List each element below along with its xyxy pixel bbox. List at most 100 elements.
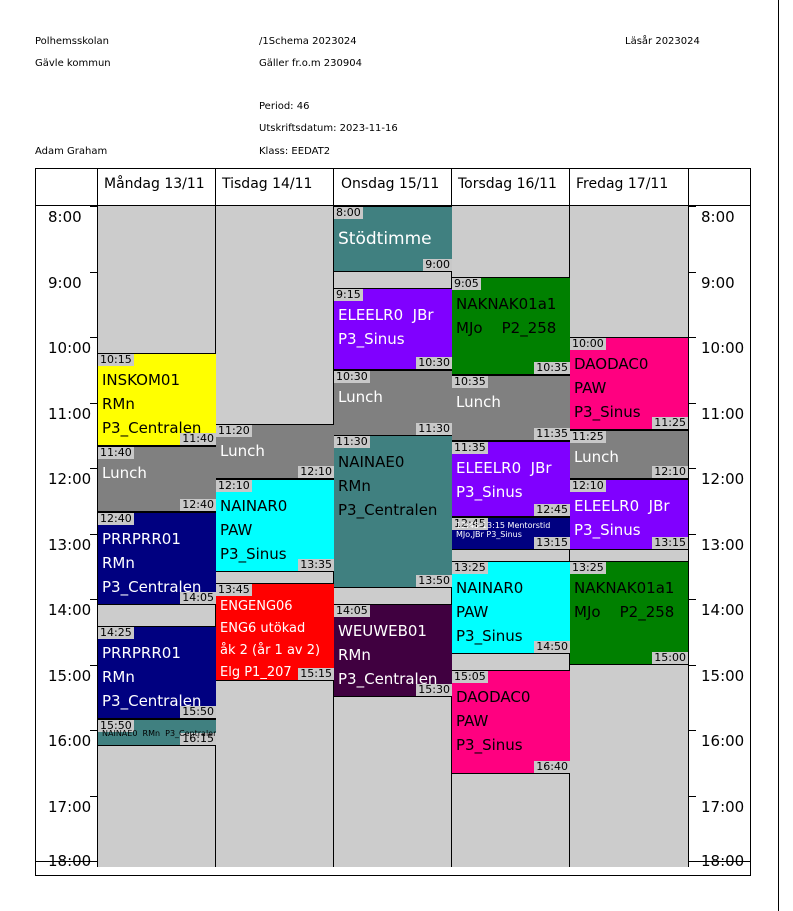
hour-tick: [689, 468, 696, 469]
time-label-right: 8:00: [701, 208, 735, 226]
time-label-right: 9:00: [701, 274, 735, 292]
lesson-block[interactable]: 15:05 16:40 DAODAC0 PAW P3_Sinus: [452, 670, 570, 774]
lesson-text: ENGENG06: [220, 599, 293, 614]
lesson-block[interactable]: 13:25 15:00 NAKNAK01a1 MJo P2_258: [570, 561, 688, 665]
end-time: 12:10: [652, 465, 688, 478]
lesson-text: ELEELR0 JBr: [338, 306, 434, 324]
start-time: 11:25: [570, 430, 606, 443]
lesson-block[interactable]: 11:30 13:50 NAINAE0 RMn P3_Centralen: [334, 435, 452, 588]
time-label-right: 11:00: [701, 405, 745, 423]
time-label-left: 12:00: [48, 470, 92, 488]
time-label-right: 10:00: [701, 339, 745, 357]
hour-tick: [689, 796, 696, 797]
lesson-block[interactable]: 13:25 14:50 NAINAR0 PAW P3_Sinus: [452, 561, 570, 654]
end-time: 15:00: [652, 651, 688, 664]
lesson-block[interactable]: 12:45 13:15 12:45-13:15 Mentorstid MJo,JBr …: [452, 517, 570, 550]
time-label-left: 8:00: [48, 208, 82, 226]
lesson-text: PRRPRR01: [102, 644, 181, 662]
lesson-text: DAODAC0: [456, 688, 531, 706]
lesson-block[interactable]: 9:05 10:35 NAKNAK01a1 MJo P2_258: [452, 277, 570, 375]
lesson-block[interactable]: 14:25 15:50 PRRPRR01 RMn P3_Centralen: [98, 626, 216, 719]
lesson-block[interactable]: 14:05 15:30 WEUWEB01 RMn P3_Centralen: [334, 604, 452, 697]
page-edge: [778, 0, 779, 911]
hour-tick: [90, 534, 97, 535]
end-time: 12:45: [534, 503, 570, 516]
end-time: 11:35: [534, 427, 570, 440]
lesson-text: WEUWEB01: [338, 622, 427, 640]
lesson-block[interactable]: 10:35 11:35 Lunch: [452, 375, 570, 441]
lesson-text: NAINAR0: [456, 579, 524, 597]
start-time: 14:05: [334, 604, 370, 617]
lesson-block[interactable]: 11:25 12:10 Lunch: [570, 430, 688, 479]
lesson-block[interactable]: 15:50 16:15 NAINAE0 RMn P3_Centralen: [98, 719, 216, 746]
class-name: Klass: EEDAT2: [259, 146, 331, 157]
end-time: 11:25: [652, 416, 688, 429]
municipality: Gävle kommun: [35, 58, 111, 69]
hour-tick: [90, 730, 97, 731]
time-label-left: 10:00: [48, 339, 92, 357]
hour-tick: [689, 534, 696, 535]
lesson-block[interactable]: 12:40 14:05 PRRPRR01 RMn P3_Centralen: [98, 512, 216, 605]
school-name: Polhemsskolan: [35, 36, 110, 47]
hour-tick: [90, 665, 97, 666]
end-time: 13:15: [652, 536, 688, 549]
lesson-text: PAW: [574, 379, 607, 397]
start-time: 12:10: [570, 479, 606, 492]
start-time: 10:15: [98, 353, 134, 366]
lesson-text: PAW: [456, 603, 489, 621]
lesson-text: DAODAC0: [574, 355, 649, 373]
lesson-block[interactable]: 11:20 12:10 Lunch: [216, 424, 334, 479]
lesson-text: P3_Sinus: [456, 736, 523, 754]
lesson-text: åk 2 (år 1 av 2): [220, 643, 321, 658]
lesson-text: NAKNAK01a1: [574, 579, 675, 597]
lesson-block[interactable]: 12:10 13:35 NAINAR0 PAW P3_Sinus: [216, 479, 334, 572]
lesson-block[interactable]: 10:00 11:25 DAODAC0 PAW P3_Sinus: [570, 337, 688, 430]
lesson-text: P3_Sinus: [456, 483, 523, 501]
lesson-block[interactable]: 11:35 12:45 ELEELR0 JBr P3_Sinus: [452, 441, 570, 517]
lesson-text: PAW: [456, 712, 489, 730]
start-time: 10:35: [452, 375, 488, 388]
start-time: 11:40: [98, 446, 134, 459]
lesson-block[interactable]: 9:15 10:30 ELEELR0 JBr P3_Sinus: [334, 288, 452, 370]
day-header-monday: Måndag 13/11: [104, 176, 205, 192]
start-time: 15:05: [452, 670, 488, 683]
lesson-text: RMn: [338, 646, 371, 664]
hour-tick: [689, 206, 696, 207]
start-time: 11:35: [452, 441, 488, 454]
time-label-left: 9:00: [48, 274, 82, 292]
student-name: Adam Graham: [35, 146, 108, 157]
end-time: 13:35: [298, 558, 334, 571]
hour-tick: [90, 337, 97, 338]
day-header-tuesday: Tisdag 14/11: [222, 176, 313, 192]
time-label-left: 15:00: [48, 667, 92, 685]
start-time: 10:00: [570, 337, 606, 350]
lesson-text: ELEELR0 JBr: [456, 459, 552, 477]
time-label-left: 11:00: [48, 405, 92, 423]
lesson-block[interactable]: 12:10 13:15 ELEELR0 JBr P3_Sinus: [570, 479, 688, 550]
start-time: 13:45: [216, 583, 252, 596]
lesson-text: MJo P2_258: [574, 603, 675, 621]
hour-tick: [689, 272, 696, 273]
end-time: 12:10: [298, 465, 334, 478]
hour-tick: [689, 665, 696, 666]
lesson-block[interactable]: 10:30 11:30 Lunch: [334, 370, 452, 436]
start-time: 11:30: [334, 435, 370, 448]
end-time: 15:15: [298, 667, 334, 680]
valid-from: Gäller fr.o.m 230904: [259, 58, 362, 69]
lesson-text: RMn: [102, 554, 135, 572]
end-time: 11:30: [416, 422, 452, 435]
time-label-right: 14:00: [701, 601, 745, 619]
lesson-block[interactable]: 11:40 12:40 Lunch: [98, 446, 216, 512]
lesson-text: P3_Sinus: [456, 627, 523, 645]
end-time: 13:50: [416, 574, 452, 587]
lesson-block[interactable]: 8:00 9:00 Stödtimme: [334, 206, 452, 272]
hour-tick: [90, 272, 97, 273]
lesson-block[interactable]: 10:15 11:40 INSKOM01 RMn P3_Centralen: [98, 353, 216, 446]
hour-tick: [90, 468, 97, 469]
lesson-text: ENG6 utökad: [220, 621, 306, 636]
lesson-text: Lunch: [456, 393, 501, 411]
end-time: 10:30: [416, 356, 452, 369]
start-time: 12:40: [98, 512, 134, 525]
lesson-text: Stödtimme: [338, 229, 432, 249]
lesson-block[interactable]: 13:45 15:15 ENGENG06 ENG6 utökad åk 2 (år 1 …: [216, 583, 334, 681]
